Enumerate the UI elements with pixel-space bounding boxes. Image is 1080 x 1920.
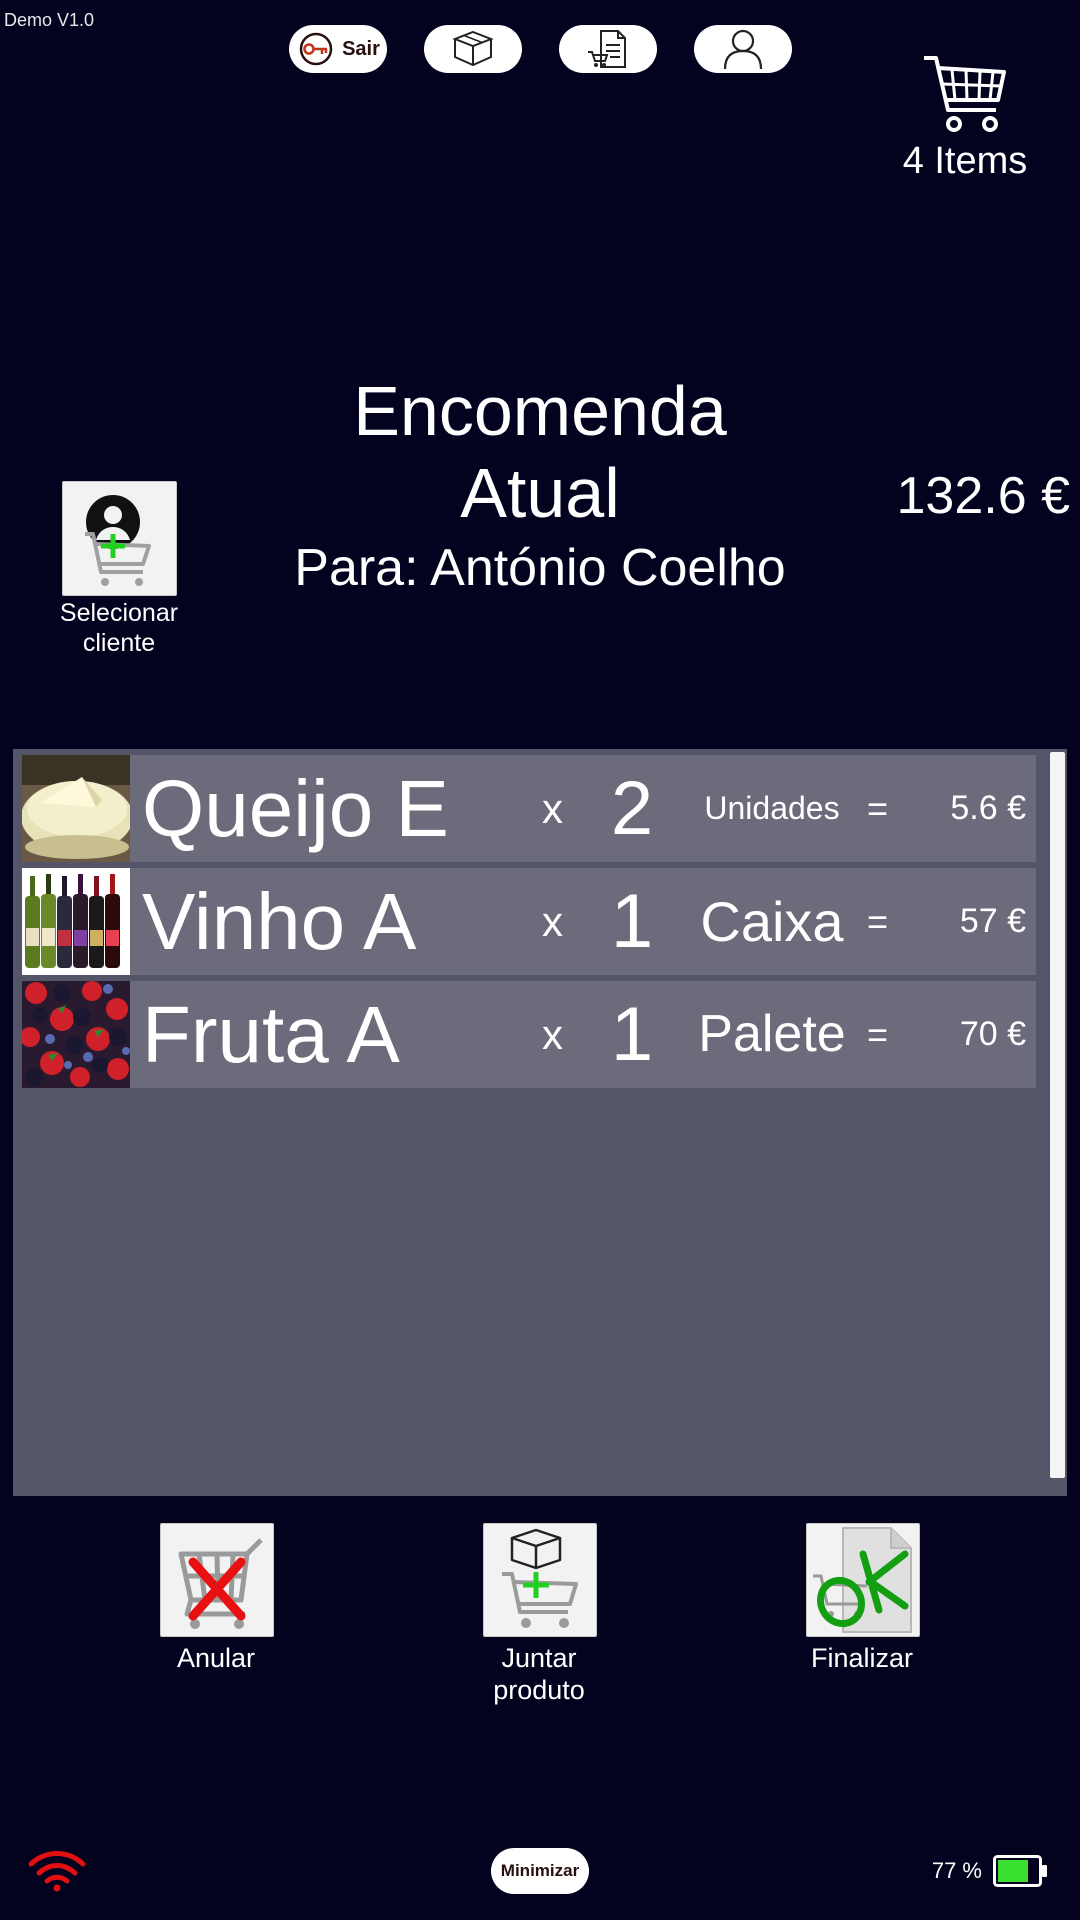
order-title: Encomenda Atual <box>240 370 840 534</box>
exit-button[interactable]: Sair <box>289 25 387 73</box>
finish-order-label: Finalizar <box>810 1643 914 1673</box>
item-unit: Unidades <box>704 790 840 826</box>
products-button[interactable] <box>424 25 522 73</box>
minimize-button[interactable]: Minimizar <box>491 1848 589 1894</box>
list-scrollbar[interactable] <box>1050 752 1065 1478</box>
box-icon <box>452 30 494 67</box>
cancel-order-label: Anular <box>176 1643 256 1673</box>
item-name: Fruta A <box>142 990 400 1079</box>
battery-fill <box>998 1860 1028 1882</box>
order-item-row[interactable]: Fruta A x 1 Palete = 70 € <box>22 981 1036 1088</box>
cancel-cart-icon <box>178 1538 263 1629</box>
cheese-thumbnail <box>22 755 130 862</box>
cancel-order-button[interactable] <box>160 1523 274 1637</box>
item-quantity: 1 <box>610 879 654 964</box>
item-price: 70 € <box>959 1015 1026 1053</box>
wifi-icon <box>28 1851 86 1892</box>
item-equals-sign: = <box>867 1014 889 1055</box>
item-price: 5.6 € <box>950 789 1026 827</box>
order-item-row[interactable]: Vinho A x 1 Caixa = 57 € <box>22 868 1036 975</box>
battery-percent: 77 % <box>931 1858 982 1883</box>
order-title-line1: Encomenda <box>353 372 727 450</box>
battery-icon <box>993 1855 1047 1887</box>
wine-thumbnail <box>22 868 130 975</box>
clients-button[interactable] <box>694 25 792 73</box>
order-total: 132.6 € <box>896 467 1071 525</box>
berries-thumbnail <box>22 981 130 1088</box>
item-quantity: 2 <box>610 766 654 851</box>
orders-button[interactable] <box>559 25 657 73</box>
item-name: Vinho A <box>142 877 417 966</box>
order-item-row[interactable]: Queijo E x 2 Unidades = 5.6 € <box>22 755 1036 862</box>
select-client-button[interactable] <box>62 481 177 596</box>
select-client-icon <box>85 495 151 586</box>
item-equals-sign: = <box>867 788 889 829</box>
add-product-label: Juntar produto <box>493 1643 585 1705</box>
item-price: 57 € <box>959 902 1026 940</box>
item-times-sign: x <box>542 785 563 832</box>
finish-ok-icon <box>813 1527 912 1633</box>
item-times-sign: x <box>542 1011 563 1058</box>
cart-icon[interactable] <box>922 54 1006 134</box>
order-customer: Para: António Coelho <box>294 539 786 597</box>
exit-label: Sair <box>342 37 380 60</box>
item-name: Queijo E <box>142 764 449 853</box>
select-client-label: Selecionar cliente <box>59 599 179 657</box>
user-icon <box>723 29 763 70</box>
item-unit: Palete <box>698 1005 846 1063</box>
key-icon <box>299 32 333 66</box>
item-times-sign: x <box>542 898 563 945</box>
item-quantity: 1 <box>610 992 654 1077</box>
add-product-icon <box>502 1528 578 1628</box>
cart-item-count: 4 Items <box>902 140 1028 182</box>
finish-order-button[interactable] <box>806 1523 920 1637</box>
order-title-line2: Atual <box>460 454 620 532</box>
add-product-button[interactable] <box>483 1523 597 1637</box>
item-unit: Caixa <box>700 890 844 953</box>
order-document-icon <box>588 30 626 68</box>
item-equals-sign: = <box>867 901 889 942</box>
app-version: Demo V1.0 <box>4 10 95 30</box>
